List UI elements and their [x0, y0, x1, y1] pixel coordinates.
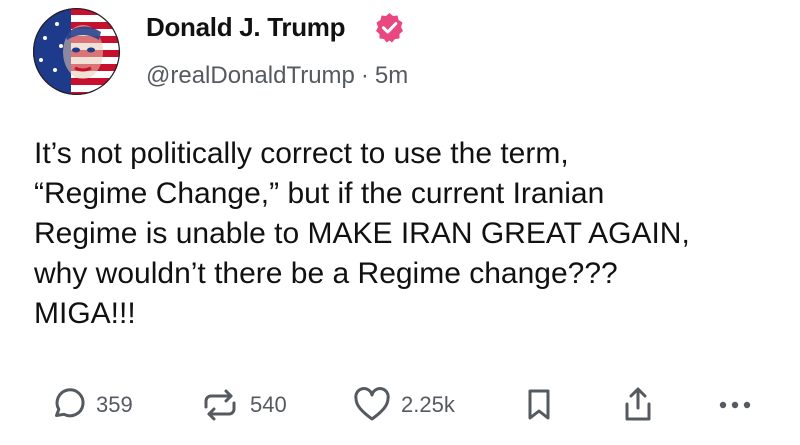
speech-bubble-icon — [55, 388, 85, 418]
bookmark-icon — [528, 389, 550, 420]
repost-button[interactable]: 540 — [198, 380, 287, 430]
share-button[interactable] — [620, 380, 656, 430]
post-meta: @realDonaldTrump · 5m — [146, 62, 408, 90]
bookmark-button[interactable] — [521, 380, 557, 430]
verified-badge-icon — [376, 13, 403, 43]
post-body: It’s not politically correct to use the … — [34, 134, 774, 334]
share-upload-icon — [625, 387, 651, 421]
author-display-name[interactable]: Donald J. Trump — [146, 12, 345, 43]
post-body-line: Regime is unable to MAKE IRAN GREAT AGAI… — [34, 217, 690, 250]
repost-count: 540 — [250, 392, 287, 417]
post-body-line: MIGA!!! — [34, 297, 136, 330]
like-button[interactable]: 2.25k — [351, 380, 455, 430]
post-body-line: It’s not politically correct to use the … — [34, 137, 569, 170]
post-action-bar: 359 540 2.25k — [0, 380, 800, 430]
post-body-line: why wouldn’t there be a Regime change??? — [34, 257, 618, 290]
like-count: 2.25k — [401, 392, 455, 417]
author-handle[interactable]: @realDonaldTrump — [146, 62, 355, 89]
avatar[interactable] — [33, 8, 120, 95]
post-body-line: “Regime Change,” but if the current Iran… — [34, 177, 605, 210]
ellipsis-icon — [719, 401, 751, 409]
reply-count: 359 — [96, 392, 133, 417]
more-options-button[interactable] — [715, 380, 755, 430]
meta-separator: · — [360, 62, 369, 89]
reply-button[interactable]: 359 — [48, 380, 133, 430]
heart-icon — [354, 387, 390, 421]
repost-arrows-icon — [204, 389, 236, 421]
post-timestamp[interactable]: 5m — [375, 62, 408, 89]
avatar-flag-portrait-icon — [33, 8, 120, 95]
